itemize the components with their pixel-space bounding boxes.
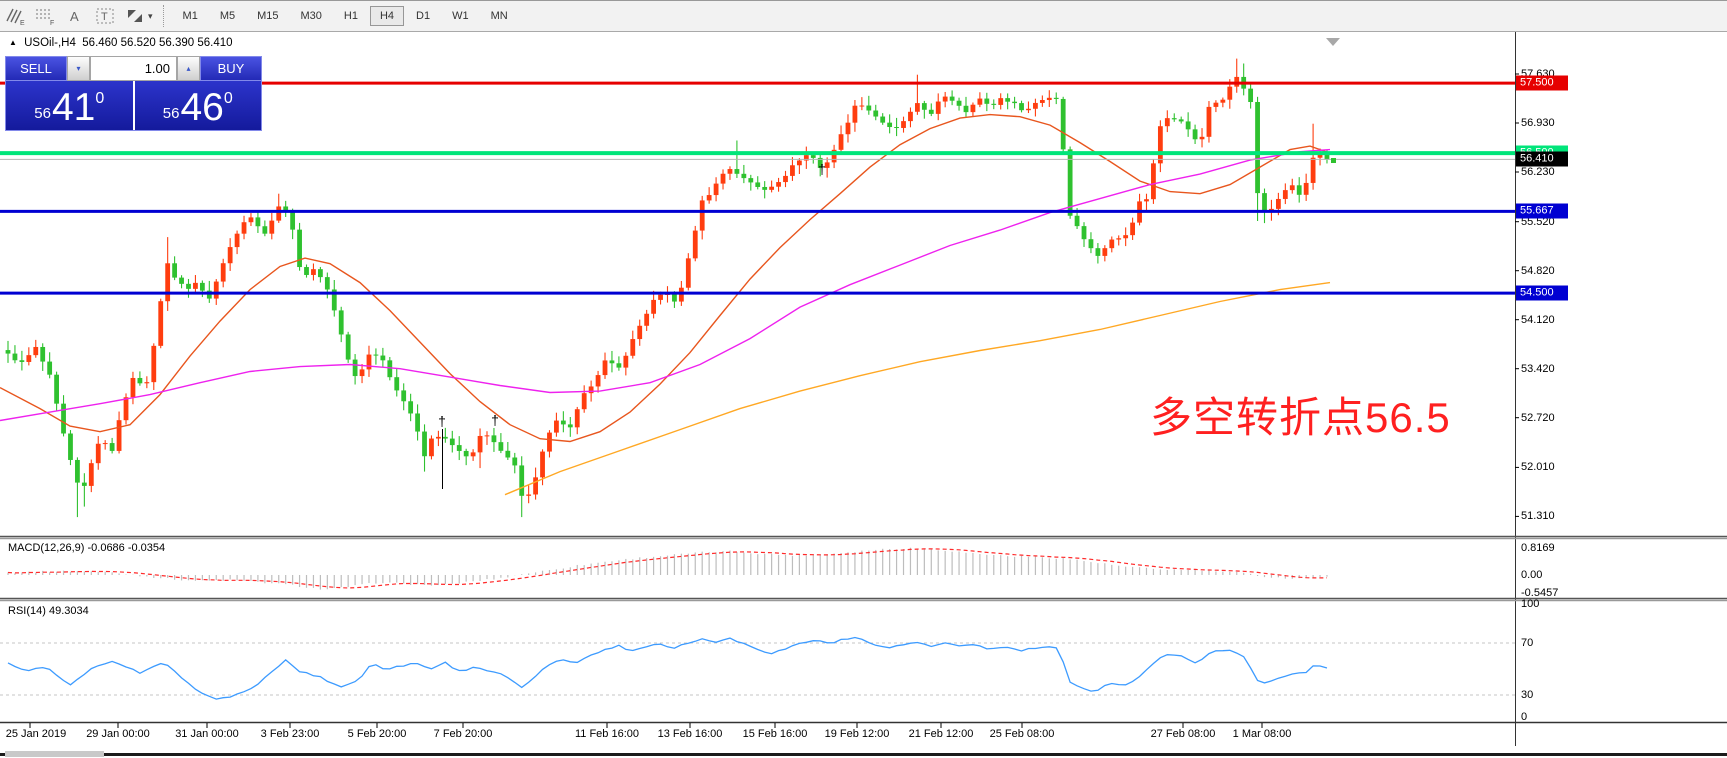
time-tick-label: 29 Jan 00:00 (86, 728, 150, 740)
sell-button[interactable]: SELL (5, 56, 67, 81)
buy-price-display[interactable]: 56 46 0 (135, 81, 262, 130)
timeframe-button-m1[interactable]: M1 (173, 6, 208, 26)
price-tick-label: 54.120 (1521, 314, 1555, 326)
rsi-scale-label: 70 (1521, 637, 1533, 649)
price-tick-label: 52.720 (1521, 412, 1555, 424)
buy-button[interactable]: BUY (200, 56, 262, 81)
time-tick-label: 19 Feb 12:00 (825, 728, 890, 740)
price-level-badge: 56.410 (1516, 152, 1568, 167)
buy-price-pip: 0 (224, 90, 233, 108)
timeframe-button-w1[interactable]: W1 (442, 6, 479, 26)
price-tick-label: 52.010 (1521, 461, 1555, 473)
sell-price-display[interactable]: 56 41 0 (6, 81, 135, 130)
volume-decrease-button[interactable]: ▾ (67, 56, 90, 81)
svg-text:E: E (20, 20, 25, 26)
rsi-scale-label: 30 (1521, 689, 1533, 701)
fast-ma (0, 115, 1330, 442)
timeframe-buttons: M1M5M15M30H1H4D1W1MN (172, 6, 519, 26)
text-label-a-icon[interactable]: A (62, 4, 88, 28)
dagger-marker[interactable]: † (438, 413, 446, 429)
time-tick-label: 7 Feb 20:00 (434, 728, 493, 740)
time-tick-label: 31 Jan 00:00 (175, 728, 239, 740)
timeframe-button-m15[interactable]: M15 (247, 6, 288, 26)
time-tick-label: 11 Feb 16:00 (575, 728, 639, 740)
dagger-marker[interactable]: † (818, 161, 826, 177)
dropdown-caret-icon[interactable]: ▾ (148, 11, 153, 22)
scrollbar-thumb[interactable] (5, 751, 104, 757)
rsi-scale-label: 100 (1521, 598, 1539, 610)
time-tick-label: 27 Feb 08:00 (1151, 728, 1216, 740)
toolbar: E F A T ▾ M1M5M15M30H1H4D1W1MN (0, 1, 1727, 32)
svg-text:T: T (101, 11, 108, 23)
indicator-hatch-e-icon[interactable]: E (2, 4, 28, 28)
price-level-badge: 57.500 (1516, 76, 1568, 91)
svg-text:A: A (70, 9, 79, 24)
macd-scale-label: 0.00 (1521, 569, 1542, 581)
price-tick-label: 56.930 (1521, 117, 1555, 129)
sell-price-prefix: 56 (34, 105, 51, 122)
price-tick-label: 54.820 (1521, 265, 1555, 277)
mt4-chart-window: E F A T ▾ M1M5M15M30H1H4D1W1MN ▲ USOil-, (0, 0, 1727, 758)
price-tick-label: 56.230 (1521, 166, 1555, 178)
symbol-ohlc-values: 56.460 56.520 56.390 56.410 (82, 37, 232, 49)
scrollbar-track[interactable] (0, 753, 1727, 756)
time-tick-label: 5 Feb 20:00 (348, 728, 407, 740)
time-tick-label: 13 Feb 16:00 (658, 728, 723, 740)
time-tick-label: 3 Feb 23:00 (261, 728, 320, 740)
time-tick-label: 1 Mar 08:00 (1233, 728, 1292, 740)
rsi-header: RSI(14) 49.3034 (8, 605, 89, 617)
sell-price-main: 41 (52, 89, 95, 126)
time-tick-label: 25 Feb 08:00 (990, 728, 1055, 740)
buy-price-prefix: 56 (163, 105, 180, 122)
collapse-arrow-icon[interactable]: ▲ (9, 38, 17, 47)
sell-price-pip: 0 (95, 90, 104, 108)
chart-annotation-text: 多空转折点56.5 (1150, 384, 1451, 445)
timeframe-button-m5[interactable]: M5 (210, 6, 245, 26)
text-box-t-icon[interactable]: T (92, 4, 118, 28)
volume-increase-button[interactable]: ▴ (177, 56, 200, 81)
svg-text:F: F (50, 20, 54, 26)
price-tick-label: 53.420 (1521, 363, 1555, 375)
time-tick-label: 25 Jan 2019 (6, 728, 67, 740)
time-tick-label: 15 Feb 16:00 (743, 728, 808, 740)
timeframe-button-m30[interactable]: M30 (291, 6, 332, 26)
dagger-marker[interactable]: † (491, 412, 499, 428)
macd-header: MACD(12,26,9) -0.0686 -0.0354 (8, 542, 165, 554)
timeframe-button-h4[interactable]: H4 (370, 6, 404, 26)
timeframe-button-d1[interactable]: D1 (406, 6, 440, 26)
toolbar-separator (163, 5, 164, 27)
arrow-objects-icon[interactable] (122, 4, 148, 28)
timeframe-button-h1[interactable]: H1 (334, 6, 368, 26)
price-level-badge: 54.500 (1516, 286, 1568, 301)
time-tick-label: 21 Feb 12:00 (909, 728, 974, 740)
price-tick-label: 51.310 (1521, 510, 1555, 522)
macd-scale-label: 0.8169 (1521, 542, 1555, 554)
price-level-badge: 55.667 (1516, 204, 1568, 219)
grid-f-icon[interactable]: F (32, 4, 58, 28)
one-click-trade-widget: SELL ▾ ▴ BUY 56 41 0 56 46 0 (5, 56, 262, 131)
volume-input[interactable] (90, 56, 177, 81)
symbol-name: USOil-,H4 (24, 37, 76, 49)
symbol-header: ▲ USOil-,H4 56.460 56.520 56.390 56.410 (9, 37, 233, 49)
rsi-scale-label: 0 (1521, 711, 1527, 723)
timeframe-button-mn[interactable]: MN (481, 6, 518, 26)
buy-price-main: 46 (180, 89, 223, 126)
